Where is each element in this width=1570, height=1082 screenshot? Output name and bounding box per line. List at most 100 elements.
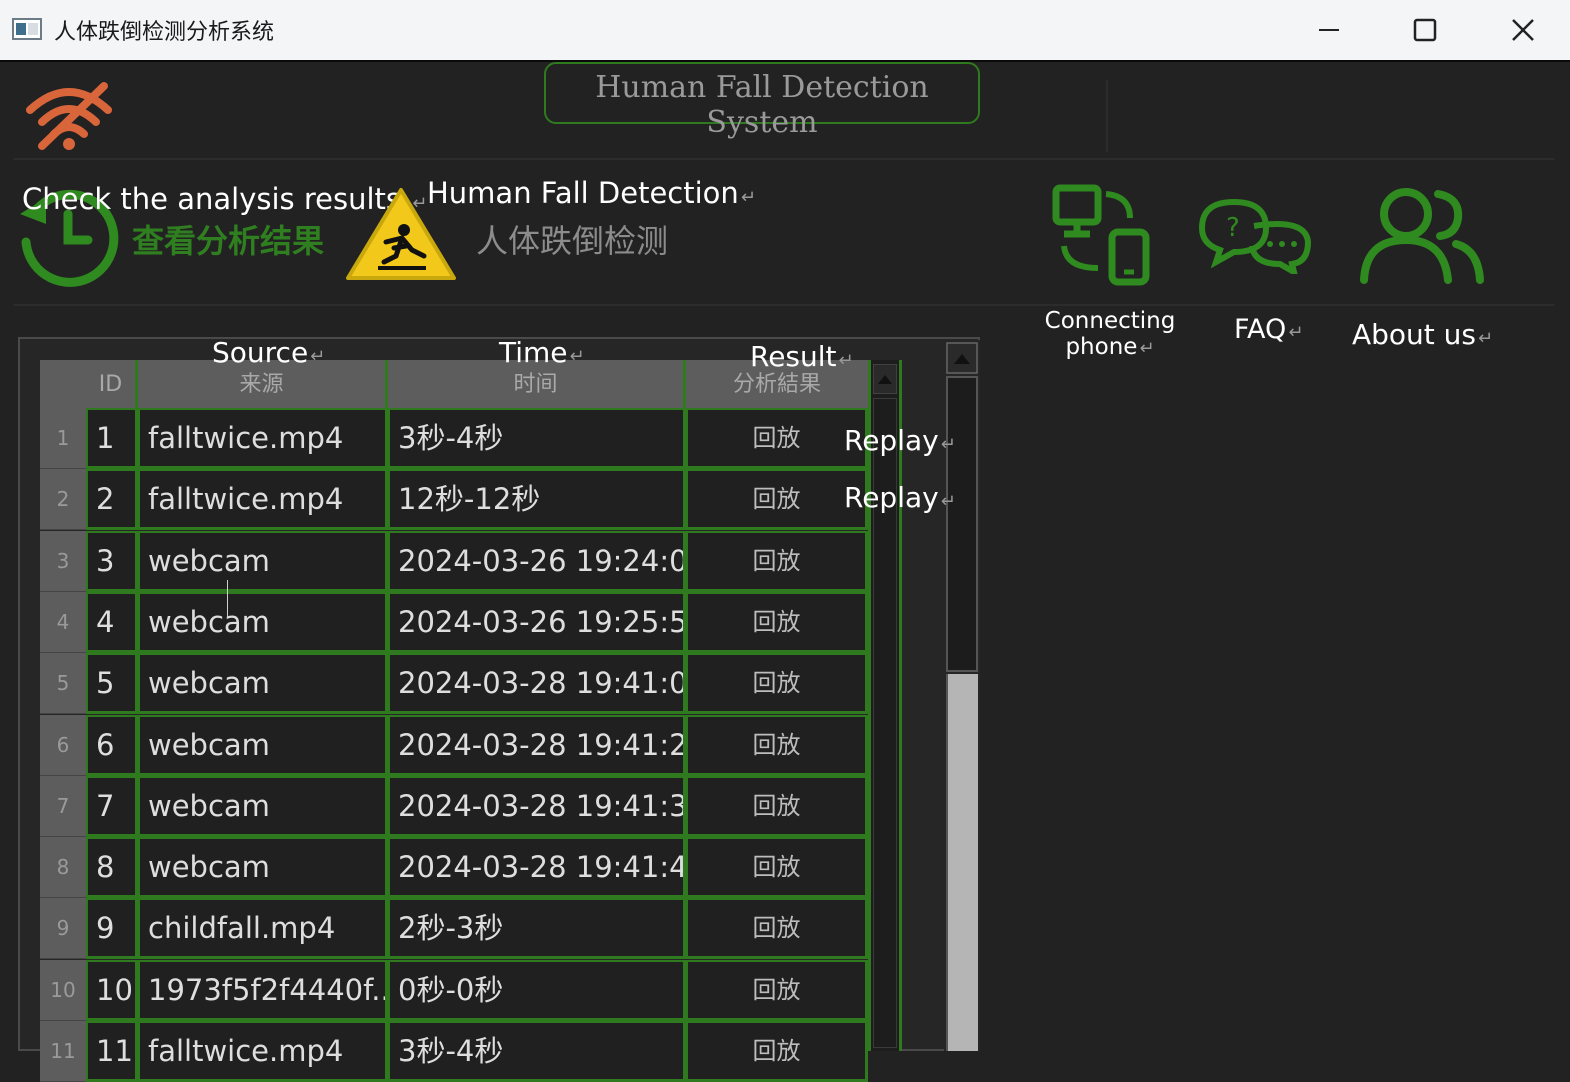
replay-button[interactable]: 回放: [686, 591, 868, 653]
row-number: 7: [40, 775, 86, 837]
wifi-off-icon[interactable]: [24, 80, 114, 152]
text-cursor: [227, 580, 228, 618]
table-row[interactable]: 3 3 webcam 2024-03-26 19:24:05 回放: [40, 530, 868, 592]
annotation-result: Result ↵: [750, 340, 854, 373]
cell-source: falltwice.mp4: [138, 408, 388, 469]
annotation-replay-1: Replay ↵: [844, 424, 956, 457]
annotation-replay-2: Replay ↵: [844, 481, 956, 514]
replay-button[interactable]: 回放: [686, 653, 868, 715]
cell-time: 3秒-4秒: [388, 408, 686, 469]
inner-scrollbar[interactable]: [868, 360, 902, 1051]
annotation-time: Time ↵: [499, 336, 585, 369]
cell-id: 6: [86, 714, 138, 776]
faq-label: FAQ ↵: [1234, 314, 1304, 345]
fall-detection-label-en: Human Fall Detection ↵: [427, 176, 756, 210]
cell-time: 2024-03-28 19:41:47: [388, 837, 686, 899]
row-number: 4: [40, 591, 86, 653]
corner-cell: [40, 360, 86, 408]
cell-time: 12秒-12秒: [388, 469, 686, 531]
table-row[interactable]: 10 10 1973f5f2f4440f... 0秒-0秒 回放: [40, 959, 868, 1021]
maximize-icon[interactable]: [1405, 10, 1445, 50]
cell-id: 8: [86, 837, 138, 899]
divider: [1106, 80, 1108, 152]
row-number: 8: [40, 837, 86, 899]
connecting-phone-label: Connecting phone ↵: [1044, 308, 1176, 360]
chat-bubbles-icon[interactable]: ?: [1194, 196, 1314, 274]
cell-time: 0秒-0秒: [388, 959, 686, 1021]
cell-source: webcam: [138, 837, 388, 899]
cell-id: 11: [86, 1021, 138, 1082]
cell-source: webcam: [138, 714, 388, 776]
row-number: 1: [40, 408, 86, 469]
replay-button[interactable]: 回放: [686, 530, 868, 592]
row-number: 5: [40, 653, 86, 715]
header-title-box: Human Fall Detection System: [544, 62, 980, 140]
users-icon[interactable]: [1356, 184, 1486, 284]
about-us-label: About us ↵: [1352, 318, 1494, 351]
outer-scroll-thumb[interactable]: [946, 674, 978, 1051]
divider: [14, 158, 1554, 160]
row-number: 2: [40, 469, 86, 531]
scroll-up-icon[interactable]: [873, 364, 897, 394]
cell-time: 2024-03-28 19:41:33: [388, 775, 686, 837]
annotation-source: Source ↵: [212, 336, 326, 369]
replay-button[interactable]: 回放: [686, 714, 868, 776]
row-number: 3: [40, 530, 86, 592]
replay-button[interactable]: 回放: [686, 469, 868, 531]
divider: [14, 304, 1554, 306]
table-row[interactable]: 2 2 falltwice.mp4 12秒-12秒 回放: [40, 469, 868, 531]
row-number: 11: [40, 1021, 86, 1082]
table-row[interactable]: 7 7 webcam 2024-03-28 19:41:33 回放: [40, 775, 868, 837]
cell-time: 3秒-4秒: [388, 1021, 686, 1082]
outer-scroll-track[interactable]: [946, 376, 978, 672]
table-row[interactable]: 11 11 falltwice.mp4 3秒-4秒 回放: [40, 1021, 868, 1082]
close-icon[interactable]: [1503, 10, 1543, 50]
cell-source: webcam: [138, 775, 388, 837]
header-title: Human Fall Detection System: [595, 70, 929, 140]
cell-id: 5: [86, 653, 138, 715]
title-bar: 人体跌倒检测分析系统: [0, 0, 1570, 62]
cell-time: 2024-03-26 19:24:05: [388, 530, 686, 592]
cell-source: webcam: [138, 591, 388, 653]
cell-id: 3: [86, 530, 138, 592]
table-row[interactable]: 1 1 falltwice.mp4 3秒-4秒 回放: [40, 408, 868, 469]
cell-id: 2: [86, 469, 138, 531]
row-number: 6: [40, 714, 86, 776]
table-row[interactable]: 6 6 webcam 2024-03-28 19:41:20 回放: [40, 714, 868, 776]
replay-button[interactable]: 回放: [686, 408, 868, 469]
table-row[interactable]: 5 5 webcam 2024-03-28 19:41:07 回放: [40, 653, 868, 715]
cell-source: webcam: [138, 530, 388, 592]
window-title: 人体跌倒检测分析系统: [54, 20, 275, 45]
devices-icon[interactable]: [1050, 182, 1154, 288]
table-row[interactable]: 9 9 childfall.mp4 2秒-3秒 回放: [40, 898, 868, 960]
cell-time: 2024-03-28 19:41:20: [388, 714, 686, 776]
svg-text:?: ?: [1226, 213, 1240, 243]
table-row[interactable]: 8 8 webcam 2024-03-28 19:41:47 回放: [40, 837, 868, 899]
cell-source: webcam: [138, 653, 388, 715]
check-results-label-zh[interactable]: 查看分析结果: [132, 216, 324, 262]
replay-button[interactable]: 回放: [686, 959, 868, 1021]
scroll-up-icon[interactable]: [946, 342, 978, 374]
fall-detection-label-zh[interactable]: 人体跌倒检测: [476, 216, 668, 262]
cell-source: 1973f5f2f4440f...: [138, 959, 388, 1021]
replay-button[interactable]: 回放: [686, 898, 868, 960]
cell-id: 7: [86, 775, 138, 837]
cell-id: 4: [86, 591, 138, 653]
cell-source: childfall.mp4: [138, 898, 388, 960]
table-row[interactable]: 4 4 webcam 2024-03-26 19:25:59 回放: [40, 591, 868, 653]
replay-button[interactable]: 回放: [686, 837, 868, 899]
app-icon: [12, 18, 42, 40]
minimize-icon[interactable]: [1309, 10, 1349, 50]
column-header-id[interactable]: ID: [86, 360, 138, 408]
row-number: 9: [40, 898, 86, 960]
cell-source: falltwice.mp4: [138, 469, 388, 531]
cell-time: 2024-03-28 19:41:07: [388, 653, 686, 715]
cell-id: 9: [86, 898, 138, 960]
cell-time: 2秒-3秒: [388, 898, 686, 960]
cell-time: 2024-03-26 19:25:59: [388, 591, 686, 653]
replay-button[interactable]: 回放: [686, 775, 868, 837]
cell-id: 1: [86, 408, 138, 469]
table-header: ID 来源 时间 分析結果: [40, 360, 868, 408]
replay-button[interactable]: 回放: [686, 1021, 868, 1082]
row-number: 10: [40, 959, 86, 1021]
